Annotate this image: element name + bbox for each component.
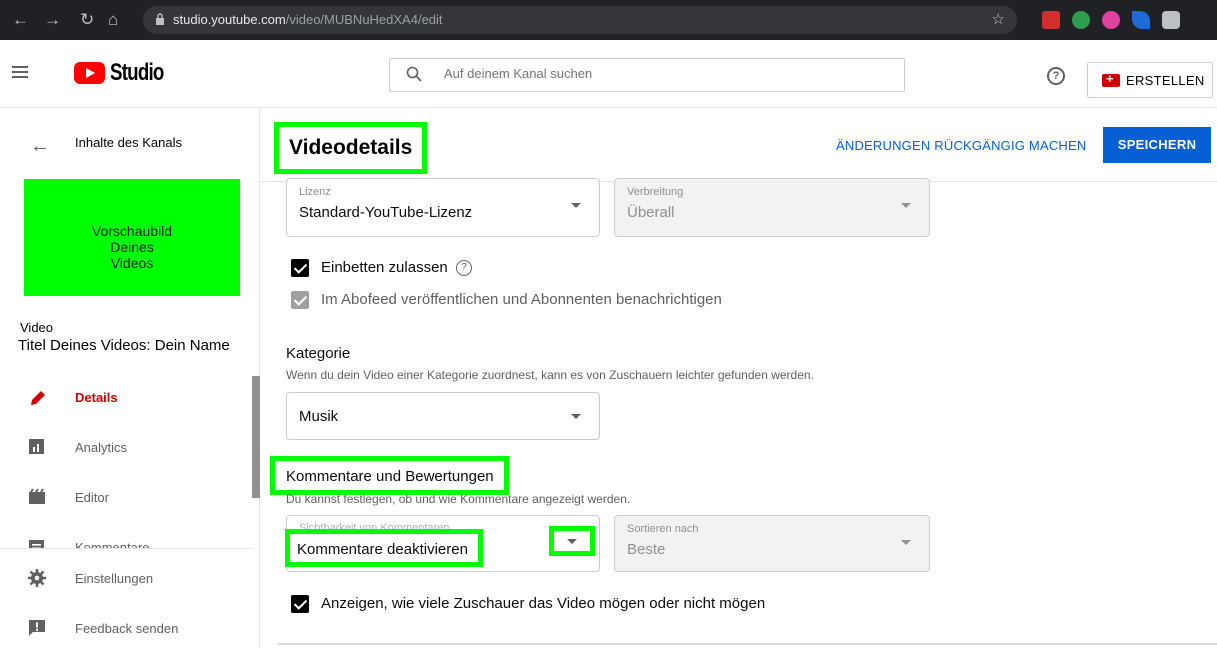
embed-label: Einbetten zulassen bbox=[321, 259, 448, 276]
page-title: Videodetails bbox=[274, 122, 428, 174]
analytics-icon bbox=[29, 439, 44, 454]
video-thumbnail[interactable]: Vorschaubild Deines Videos bbox=[24, 179, 240, 296]
save-button[interactable]: SPEICHERN bbox=[1103, 127, 1211, 163]
chevron-down-icon bbox=[571, 203, 581, 208]
sort-by-dropdown: Sortieren nach Beste bbox=[614, 515, 930, 572]
video-title: Titel Deines Videos: Dein Name bbox=[18, 337, 230, 354]
sidebar-item-settings[interactable]: Einstellungen bbox=[0, 555, 252, 603]
chevron-down-icon bbox=[901, 203, 911, 208]
page-header: Videodetails ÄNDERUNGEN RÜCKGÄNGIG MACHE… bbox=[260, 108, 1217, 182]
evernote-extension-icon[interactable] bbox=[1072, 11, 1090, 29]
search-input[interactable] bbox=[444, 66, 844, 81]
forward-arrow-icon[interactable]: → bbox=[44, 10, 61, 30]
sidebar-item-details[interactable]: Details bbox=[0, 374, 252, 422]
category-heading: Kategorie bbox=[286, 345, 351, 362]
undo-changes-button[interactable]: ÄNDERUNGEN RÜCKGÄNGIG MACHEN bbox=[836, 138, 1086, 153]
menu-icon[interactable] bbox=[12, 66, 28, 78]
browser-toolbar: ← → ↻ ⌂ studio.youtube.com/video/MUBNuHe… bbox=[0, 0, 1217, 40]
lock-icon bbox=[156, 13, 164, 25]
sidebar-item-analytics[interactable]: Analytics bbox=[0, 424, 252, 472]
home-icon[interactable]: ⌂ bbox=[108, 10, 118, 30]
back-to-channel-content-link[interactable]: Inhalte des Kanals bbox=[75, 135, 182, 150]
comment-visibility-value: Kommentare deaktivieren bbox=[297, 541, 468, 558]
color-extension-icon[interactable] bbox=[1102, 11, 1120, 29]
gear-icon bbox=[28, 569, 46, 587]
comments-heading: Kommentare und Bewertungen bbox=[286, 468, 494, 485]
reload-icon[interactable]: ↻ bbox=[80, 10, 94, 30]
license-dropdown[interactable]: Lizenz Standard-YouTube-Lizenz bbox=[286, 178, 600, 237]
distribution-dropdown: Verbreitung Überall bbox=[614, 178, 930, 237]
sidebar-item-editor[interactable]: Editor bbox=[0, 474, 252, 522]
chevron-down-icon bbox=[571, 414, 581, 419]
pencil-icon bbox=[31, 391, 45, 405]
embed-checkbox[interactable] bbox=[291, 259, 309, 277]
subscription-feed-checkbox bbox=[291, 291, 309, 309]
divider bbox=[278, 643, 1217, 645]
feedback-icon bbox=[29, 620, 45, 636]
create-button[interactable]: ERSTELLEN bbox=[1087, 62, 1213, 98]
video-camera-icon bbox=[1102, 71, 1120, 87]
category-description: Wenn du dein Video einer Kategorie zuord… bbox=[286, 368, 814, 382]
url-text: studio.youtube.com/video/MUBNuHedXA4/edi… bbox=[173, 12, 443, 27]
comments-description: Du kannst festlegen, ob und wie Kommenta… bbox=[286, 492, 631, 506]
studio-top-bar: Studio ? ERSTELLEN bbox=[0, 40, 1217, 108]
show-ratings-checkbox[interactable] bbox=[291, 595, 309, 613]
visibility-value-highlight: Kommentare deaktivieren bbox=[285, 529, 483, 567]
category-dropdown[interactable]: Musik bbox=[286, 392, 600, 440]
video-label: Video bbox=[20, 320, 54, 335]
search-icon bbox=[406, 66, 422, 82]
puzzle-extension-icon[interactable] bbox=[1162, 11, 1180, 29]
youtube-play-icon bbox=[74, 62, 105, 84]
back-arrow-icon[interactable]: ← bbox=[12, 10, 29, 30]
pdf-extension-icon[interactable] bbox=[1042, 11, 1060, 29]
feather-extension-icon[interactable] bbox=[1132, 11, 1150, 29]
chevron-down-icon[interactable] bbox=[567, 539, 577, 544]
sidebar-scrollbar[interactable] bbox=[252, 376, 260, 498]
subscription-feed-label: Im Abofeed veröffentlichen und Abonnente… bbox=[321, 291, 722, 308]
bookmark-star-icon[interactable]: ☆ bbox=[992, 10, 1005, 28]
address-bar[interactable]: studio.youtube.com/video/MUBNuHedXA4/edi… bbox=[143, 6, 1017, 34]
sidebar-footer: Einstellungen Feedback senden bbox=[0, 548, 252, 648]
help-icon[interactable]: ? bbox=[456, 260, 472, 276]
chevron-down-icon bbox=[901, 540, 911, 545]
show-ratings-label: Anzeigen, wie viele Zuschauer das Video … bbox=[321, 595, 766, 612]
video-details-form: Lizenz Standard-YouTube-Lizenz Verbreitu… bbox=[260, 178, 1217, 648]
help-icon[interactable]: ? bbox=[1047, 67, 1065, 85]
dropdown-arrow-highlight[interactable] bbox=[549, 526, 595, 556]
sidebar: ← Inhalte des Kanals Vorschaubild Deines… bbox=[0, 108, 260, 648]
search-box[interactable] bbox=[389, 58, 905, 92]
back-arrow-icon[interactable]: ← bbox=[30, 135, 50, 158]
clapperboard-icon bbox=[29, 488, 45, 504]
sidebar-item-feedback[interactable]: Feedback senden bbox=[0, 605, 252, 653]
